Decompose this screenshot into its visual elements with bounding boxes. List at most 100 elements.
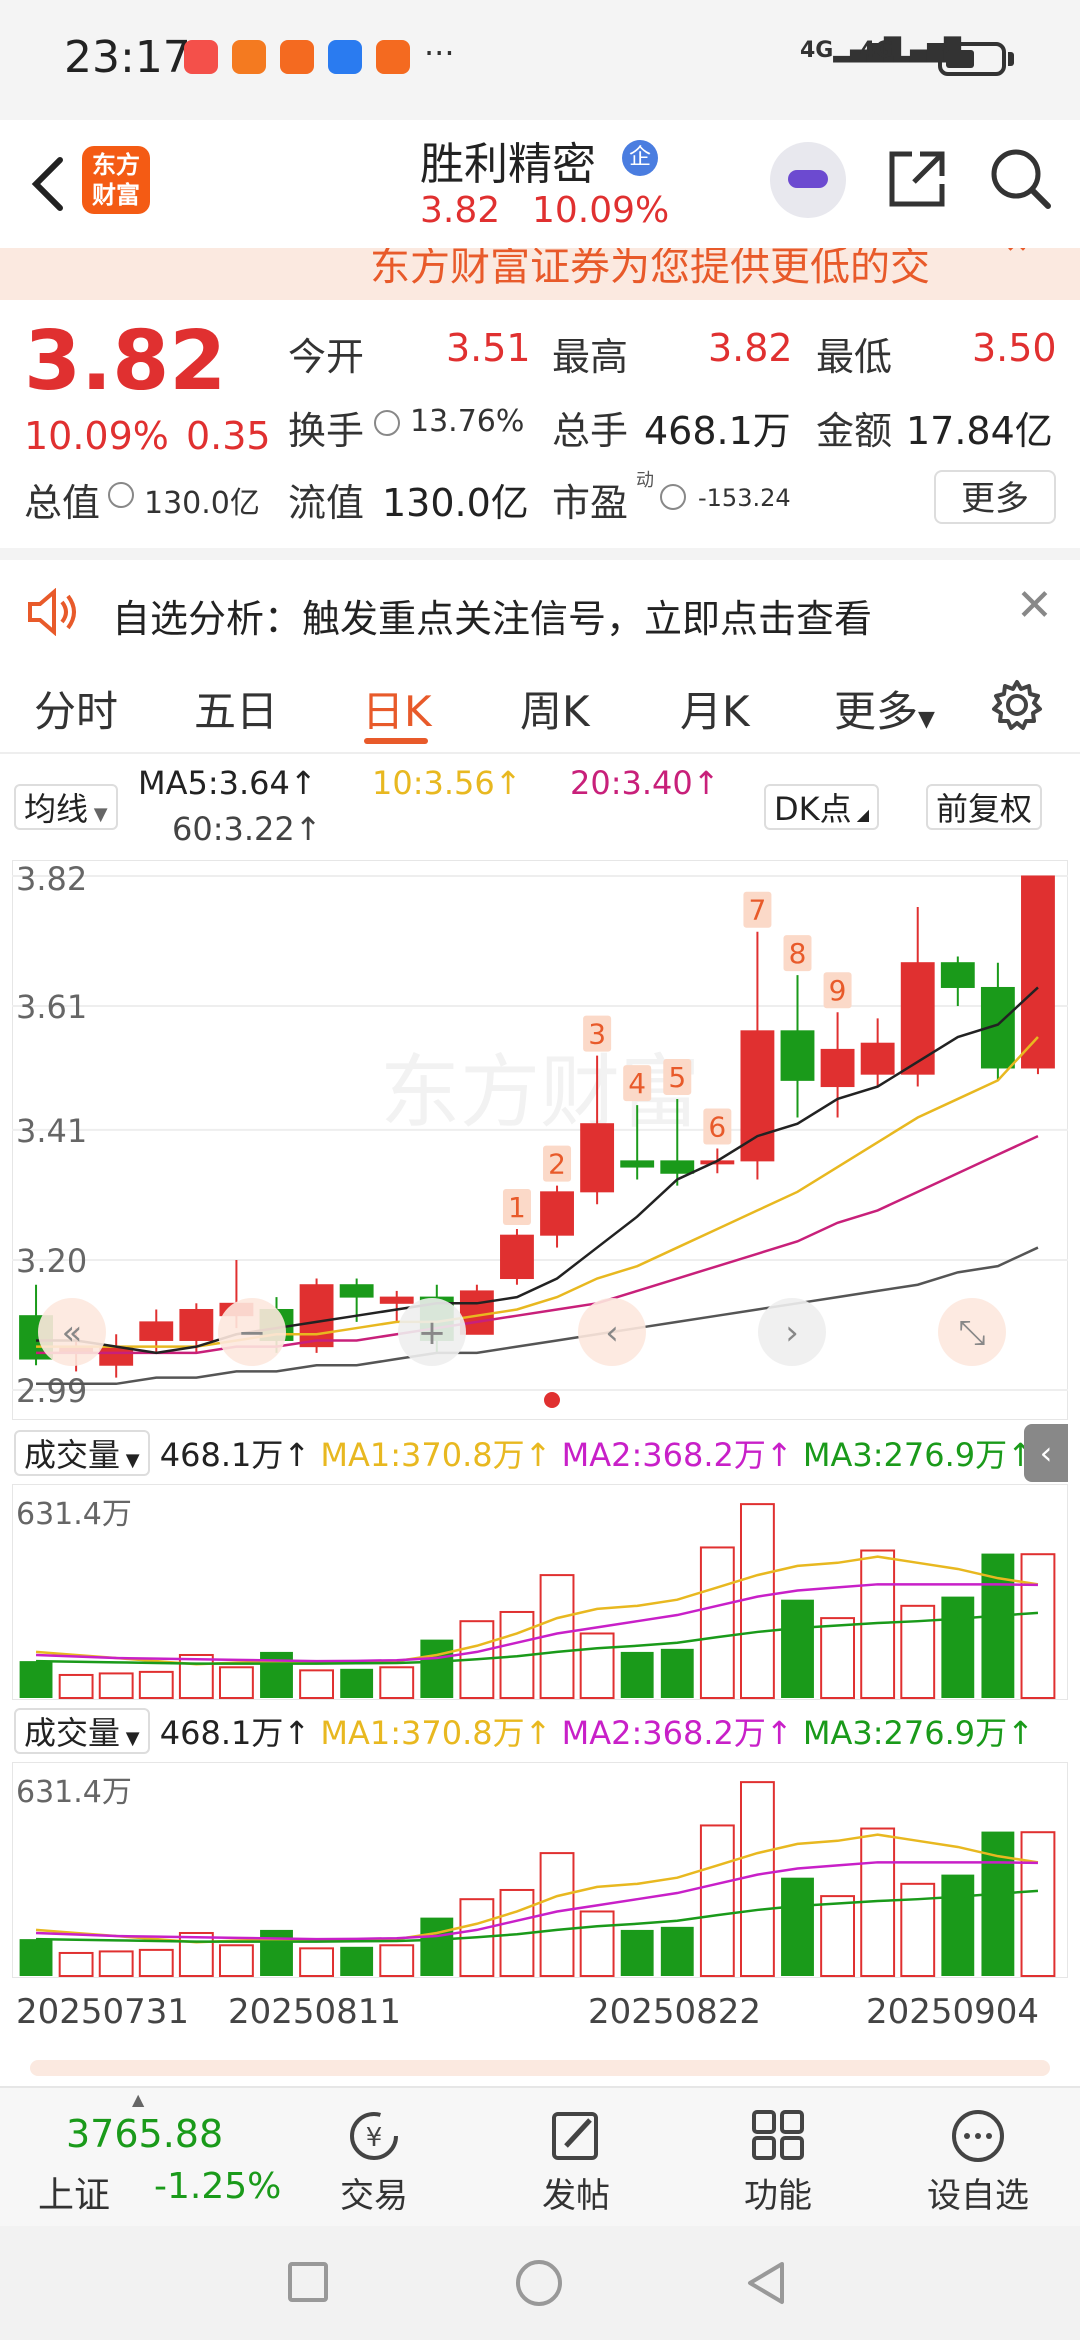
index-name[interactable]: 上证 (38, 2166, 110, 2218)
volume-bar-up (299, 1669, 335, 1700)
clock: 23:17 (64, 32, 191, 83)
info-icon[interactable] (660, 484, 686, 510)
tab-monthly-k[interactable]: 月K (680, 678, 750, 739)
volume-bar-down (781, 1877, 814, 1976)
vol-ma2-label: MA2:368.2万↑ (561, 1714, 793, 1752)
app-logo[interactable]: 东方 财富 (82, 146, 150, 214)
signal-marker-label: 7 (749, 894, 767, 927)
vol-ma3-label: MA3:276.9万↑ (802, 1436, 1034, 1474)
settings-gear-icon[interactable] (990, 678, 1044, 732)
open-value: 3.51 (446, 326, 531, 370)
signal-marker-label: 6 (708, 1110, 726, 1143)
banner-text: 东方财富证券为您提供更低的交 (370, 248, 930, 290)
app-notification-icon (184, 40, 218, 74)
page-indicator-dot (544, 1392, 560, 1408)
battery-icon (938, 42, 1006, 76)
tab-intraday[interactable]: 分时 (34, 678, 118, 739)
chart-control-icon: − (238, 1313, 267, 1353)
dk-point-button[interactable]: DK点 ◢ (764, 784, 880, 830)
more-notifications-icon: ··· (424, 34, 455, 72)
volume-header-2: 成交量 ▼ 468.1万↑ MA1:370.8万↑ MA2:368.2万↑ MA… (14, 1708, 1034, 1754)
volume-bar-down (781, 1599, 814, 1698)
ma5-label: MA5:3.64↑ (138, 764, 317, 802)
signal-marker-label: 1 (508, 1191, 526, 1224)
amount-label: 金额 (816, 409, 893, 453)
share-icon[interactable] (886, 148, 948, 210)
candlestick-chart[interactable]: 3.82 3.61 3.41 3.20 2.99 东方财富 12 34 56 789 « − + ‹ › ⤡ (12, 860, 1068, 1420)
recent-apps-icon[interactable] (288, 2262, 328, 2302)
ai-assistant-icon[interactable] (770, 142, 846, 218)
analysis-notice[interactable]: 自选分析：触发重点关注信号，立即点击查看 ✕ (0, 548, 1080, 664)
volume-selector[interactable]: 成交量 ▼ (14, 1430, 150, 1476)
app-notification-icon (280, 40, 314, 74)
system-nav-bar (0, 2226, 1080, 2340)
header-change-pct: 10.09% (532, 190, 670, 231)
volume-bar-down (941, 1596, 975, 1698)
tab-five-day[interactable]: 五日 (194, 678, 278, 739)
volume-bar-up (579, 1632, 615, 1699)
vol-ma1-label: MA1:370.8万↑ (320, 1436, 552, 1474)
volume-bar-up (699, 1824, 735, 1977)
volume-bar-up (739, 1503, 775, 1700)
volume-selector[interactable]: 成交量 ▼ (14, 1708, 150, 1754)
back-triangle-icon[interactable] (742, 2258, 790, 2308)
index-change[interactable]: -1.25% (154, 2166, 281, 2207)
nav-post[interactable]: 发帖 (516, 2108, 636, 2217)
watermark-text: 东方财富 (380, 1046, 700, 1139)
back-arrow-icon[interactable] (24, 152, 72, 216)
y-tick-label: 2.99 (16, 1372, 87, 1410)
candle-up (580, 1123, 615, 1193)
y-tick-label: 3.61 (16, 988, 87, 1026)
nav-functions[interactable]: 功能 (718, 2108, 838, 2217)
pe-value: -153.24 (698, 484, 791, 512)
ma-selector[interactable]: 均线 ▼ (14, 784, 118, 830)
volume-max-label: 631.4万 (16, 1775, 132, 1810)
pe-dynamic-tag: 动 (636, 470, 654, 491)
candle-up (139, 1321, 174, 1341)
home-icon[interactable] (516, 2260, 562, 2306)
candle-down (780, 1030, 815, 1081)
active-tab-indicator (364, 738, 428, 744)
close-icon[interactable]: ✕ (1016, 580, 1053, 631)
grid-icon (752, 2110, 804, 2160)
volume-bar-up (699, 1546, 735, 1699)
chevron-up-icon[interactable]: ⌃ (1000, 248, 1034, 280)
market-cap-label: 总值 (24, 481, 101, 525)
tab-weekly-k[interactable]: 周K (520, 678, 590, 739)
volume-bar-up (138, 1948, 174, 1978)
volume-bar-up (218, 1944, 254, 1977)
nav-trade[interactable]: ¥ 交易 (314, 2108, 434, 2217)
volume-chart-2[interactable]: 631.4万 (12, 1762, 1068, 1978)
index-value[interactable]: 3765.88 (66, 2112, 223, 2156)
info-icon[interactable] (108, 482, 134, 508)
volume-max-label: 631.4万 (16, 1497, 132, 1532)
caret-up-icon: ▲ (132, 2090, 145, 2109)
search-icon[interactable] (988, 146, 1054, 212)
promo-banner[interactable]: 东方财富证券为您提供更低的交 ⌃ (0, 248, 1080, 300)
tab-more[interactable]: 更多▼ (834, 678, 935, 739)
candle-up (179, 1308, 214, 1341)
ma20-label: 20:3.40↑ (570, 764, 720, 802)
float-cap-label: 流值 (288, 481, 365, 525)
change-pct: 10.09% (24, 414, 169, 458)
date-label: 20250731 (16, 1992, 190, 2032)
volume-bar-up (58, 1673, 94, 1700)
low-label: 最低 (816, 335, 893, 379)
volume-bar-up (218, 1666, 254, 1699)
volume-bar-down (660, 1648, 694, 1698)
adjust-button[interactable]: 前复权 (926, 784, 1043, 830)
low-value: 3.50 (972, 326, 1057, 370)
candle-down (940, 962, 975, 988)
more-button[interactable]: 更多 (934, 470, 1056, 524)
collapse-panel-icon[interactable]: ‹ (1024, 1424, 1068, 1482)
nav-add-watchlist[interactable]: 设自选 (918, 2108, 1038, 2217)
tab-daily-k[interactable]: 日K (362, 678, 432, 739)
volume-bar-down (260, 1651, 293, 1698)
volume-chart-1[interactable]: 631.4万 (12, 1484, 1068, 1700)
info-icon[interactable] (374, 410, 400, 436)
high-label: 最高 (552, 335, 629, 379)
float-cap-value: 130.0亿 (382, 481, 529, 525)
app-notification-icon (328, 40, 362, 74)
app-notification-icon (232, 40, 266, 74)
turnover-label: 换手 (288, 409, 365, 453)
